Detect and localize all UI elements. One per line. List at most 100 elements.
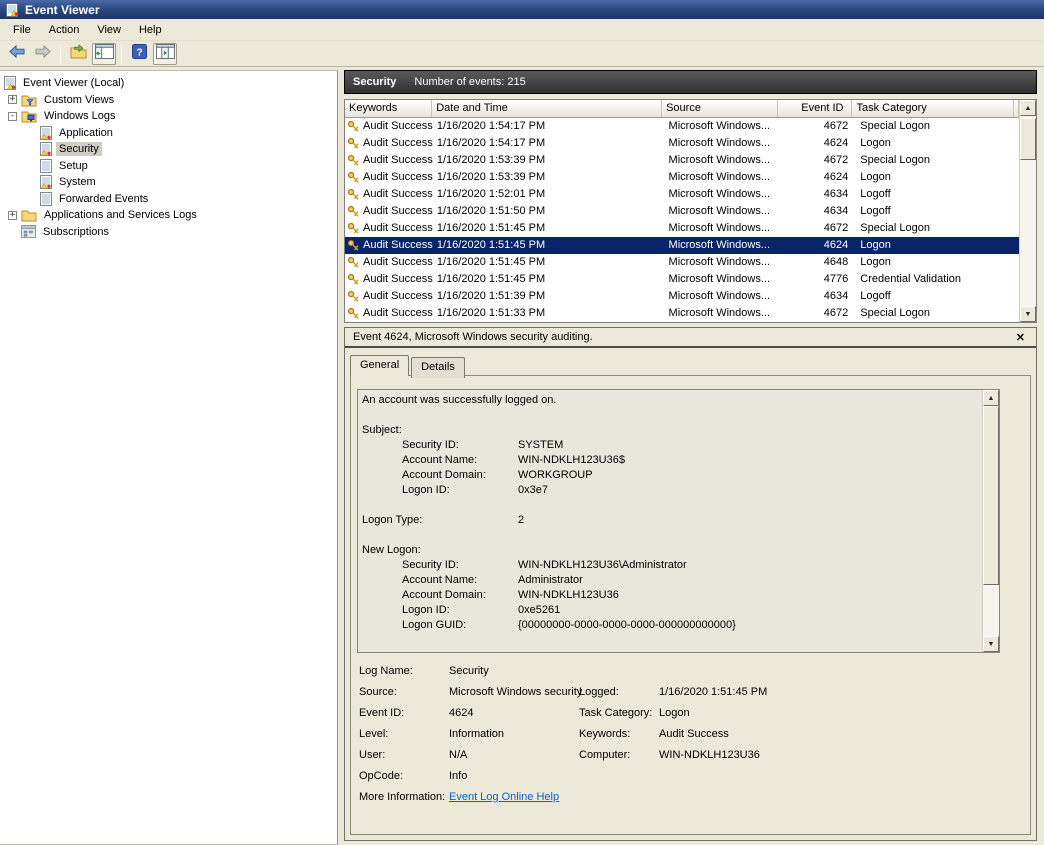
- folder-icon: [21, 208, 37, 222]
- property-value: Logon: [659, 707, 690, 719]
- scrollbar-track[interactable]: [1020, 116, 1036, 306]
- tab-general[interactable]: General: [350, 355, 409, 376]
- source-cell: Microsoft Windows...: [665, 220, 782, 237]
- description-line: Security ID:WIN-NDKLH123U36\Administrato…: [362, 558, 982, 573]
- expand-icon[interactable]: +: [8, 95, 17, 104]
- property-row: Event ID:4624Task Category:Logon: [359, 707, 1022, 728]
- scroll-up-button[interactable]: ▲: [1020, 100, 1036, 116]
- tree-item-forwarded-events[interactable]: Forwarded Events: [0, 191, 337, 208]
- tree-item-label: System: [56, 175, 99, 189]
- event-row[interactable]: Audit Success1/16/2020 1:51:50 PMMicroso…: [345, 203, 1019, 220]
- description-line: Account Name:Administrator: [362, 573, 982, 588]
- log-plain-icon: [40, 159, 52, 173]
- property-label: Event ID:: [359, 707, 404, 719]
- datetime-cell: 1/16/2020 1:51:45 PM: [433, 237, 665, 254]
- toolbar-separator: [121, 45, 122, 63]
- scroll-up-button[interactable]: ▲: [983, 390, 999, 406]
- tree-item-application[interactable]: Application: [0, 125, 337, 142]
- event-id-cell: 4634: [781, 203, 856, 220]
- tool-bar: ?: [0, 41, 1044, 67]
- forward-button[interactable]: [31, 43, 55, 65]
- tree-item-security[interactable]: Security: [0, 141, 337, 158]
- scrollbar-thumb[interactable]: [983, 406, 999, 585]
- event-list-scrollbar[interactable]: ▲ ▼: [1019, 100, 1036, 322]
- column-header-source[interactable]: Source: [662, 100, 778, 117]
- description-value: WIN-NDKLH123U36: [518, 588, 619, 603]
- description-line: Logon Type:2: [362, 513, 982, 528]
- event-row[interactable]: Audit Success1/16/2020 1:54:17 PMMicroso…: [345, 118, 1019, 135]
- expand-icon[interactable]: +: [8, 211, 17, 220]
- source-cell: Microsoft Windows...: [665, 254, 782, 271]
- datetime-cell: 1/16/2020 1:53:39 PM: [433, 152, 665, 169]
- property-value: Information: [449, 728, 504, 740]
- tree-item-setup[interactable]: Setup: [0, 158, 337, 175]
- open-saved-log-button[interactable]: [66, 43, 90, 65]
- tree-item-label: Custom Views: [41, 93, 117, 107]
- window-title: Event Viewer: [25, 3, 99, 17]
- event-id-cell: 4624: [781, 169, 856, 186]
- description-line: Account Name:WIN-NDKLH123U36$: [362, 453, 982, 468]
- event-row[interactable]: Audit Success1/16/2020 1:53:39 PMMicroso…: [345, 152, 1019, 169]
- column-header-date-and-time[interactable]: Date and Time: [432, 100, 662, 117]
- general-tab-page: An account was successfully logged on. Su…: [350, 375, 1031, 835]
- event-row[interactable]: Audit Success1/16/2020 1:51:33 PMMicroso…: [345, 305, 1019, 322]
- console-tree-toggle-button[interactable]: [92, 43, 116, 65]
- description-value: Administrator: [518, 573, 583, 588]
- description-line: Logon ID:0x3e7: [362, 483, 982, 498]
- event-row[interactable]: Audit Success1/16/2020 1:51:45 PMMicroso…: [345, 220, 1019, 237]
- column-header-task-category[interactable]: Task Category: [852, 100, 1014, 117]
- tree-item-windows-logs[interactable]: -Windows Logs: [0, 108, 337, 125]
- tree-item-subscriptions[interactable]: Subscriptions: [0, 224, 337, 241]
- event-row[interactable]: Audit Success1/16/2020 1:52:01 PMMicroso…: [345, 186, 1019, 203]
- event-row[interactable]: Audit Success1/16/2020 1:51:45 PMMicroso…: [345, 271, 1019, 288]
- description-text: An account was successfully logged on.: [362, 394, 556, 406]
- event-row[interactable]: Audit Success1/16/2020 1:51:39 PMMicroso…: [345, 288, 1019, 305]
- scroll-down-button[interactable]: ▼: [983, 636, 999, 652]
- collapse-icon[interactable]: -: [8, 112, 17, 121]
- tree-item-system[interactable]: System: [0, 174, 337, 191]
- event-row[interactable]: Audit Success1/16/2020 1:51:45 PMMicroso…: [345, 254, 1019, 271]
- column-header-event-id[interactable]: Event ID: [778, 100, 852, 117]
- tree-item-applications-and-services-logs[interactable]: +Applications and Services Logs: [0, 207, 337, 224]
- source-cell: Microsoft Windows...: [665, 118, 782, 135]
- description-label: Account Domain:: [402, 589, 486, 601]
- event-row[interactable]: Audit Success1/16/2020 1:53:39 PMMicroso…: [345, 169, 1019, 186]
- tree-item-label: Security: [56, 142, 102, 156]
- description-label: Security ID:: [402, 439, 459, 451]
- event-row[interactable]: Audit Success1/16/2020 1:54:17 PMMicroso…: [345, 135, 1019, 152]
- menu-file[interactable]: File: [4, 21, 40, 39]
- property-value: Info: [449, 770, 467, 782]
- property-value: WIN-NDKLH123U36: [659, 749, 760, 761]
- tree-item-event-viewer-local[interactable]: Event Viewer (Local): [0, 75, 337, 92]
- property-label: Computer:: [579, 749, 630, 761]
- title-bar: Event Viewer: [0, 0, 1044, 19]
- menu-view[interactable]: View: [88, 21, 130, 39]
- action-pane-toggle-button[interactable]: [153, 43, 177, 65]
- source-cell: Microsoft Windows...: [665, 203, 782, 220]
- back-button[interactable]: [5, 43, 29, 65]
- close-icon[interactable]: ✕: [1013, 331, 1028, 344]
- menu-help[interactable]: Help: [130, 21, 171, 39]
- keywords-cell: Audit Success: [363, 169, 433, 186]
- description-line: Logon GUID:{00000000-0000-0000-0000-0000…: [362, 618, 982, 633]
- help-button[interactable]: ?: [127, 43, 151, 65]
- tree-item-custom-views[interactable]: + Custom Views: [0, 92, 337, 109]
- datetime-cell: 1/16/2020 1:51:45 PM: [433, 271, 665, 288]
- column-header-keywords[interactable]: Keywords: [345, 100, 432, 117]
- event-log-online-help-link[interactable]: Event Log Online Help: [449, 791, 559, 803]
- scrollbar-track[interactable]: [983, 406, 999, 636]
- preview-tabs: General Details: [350, 355, 1036, 376]
- task-category-cell: Logon: [856, 169, 1019, 186]
- tab-details[interactable]: Details: [411, 357, 465, 378]
- menu-action[interactable]: Action: [40, 21, 89, 39]
- description-line: Subject:: [362, 423, 982, 438]
- menu-bar: File Action View Help: [0, 19, 1044, 41]
- description-scrollbar[interactable]: ▲ ▼: [982, 390, 999, 652]
- key-icon: [347, 222, 360, 235]
- source-cell: Microsoft Windows...: [665, 169, 782, 186]
- event-row[interactable]: Audit Success1/16/2020 1:51:45 PMMicroso…: [345, 237, 1019, 254]
- scroll-down-button[interactable]: ▼: [1020, 306, 1036, 322]
- key-icon: [347, 290, 360, 303]
- scrollbar-thumb[interactable]: [1020, 118, 1036, 160]
- folder-filter-icon: [21, 93, 37, 107]
